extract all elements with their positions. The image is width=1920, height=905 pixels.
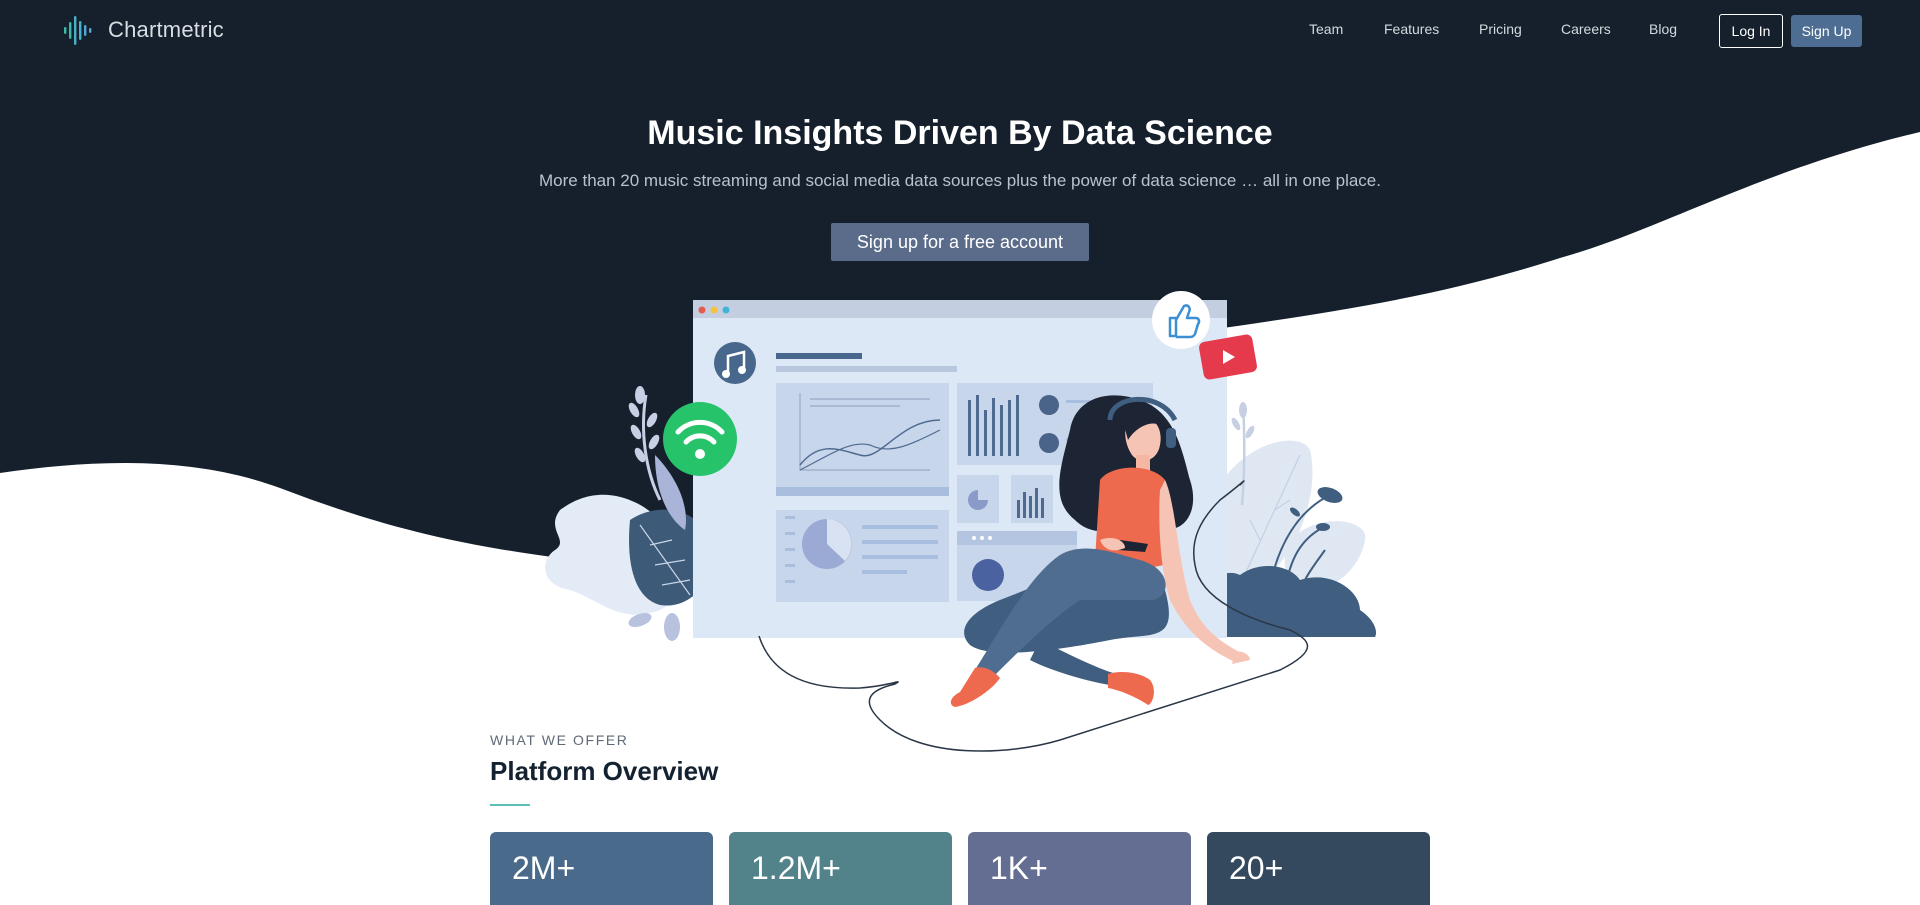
wifi-icon bbox=[663, 402, 737, 476]
stat-value: 20+ bbox=[1229, 850, 1284, 886]
stat-card-1: 2M+ bbox=[490, 832, 713, 905]
hero-subtitle: More than 20 music streaming and social … bbox=[539, 171, 1381, 190]
top-navbar: Chartmetric Team Features Pricing Career… bbox=[0, 0, 1920, 60]
chartmetric-logo-icon bbox=[64, 16, 92, 45]
section-eyebrow: WHAT WE OFFER bbox=[490, 732, 629, 748]
nav-link-careers[interactable]: Careers bbox=[1561, 21, 1611, 37]
login-button[interactable]: Log In bbox=[1719, 14, 1783, 48]
nav-link-pricing[interactable]: Pricing bbox=[1479, 21, 1522, 37]
signup-free-account-button[interactable]: Sign up for a free account bbox=[831, 223, 1089, 261]
stat-card-4: 20+ bbox=[1207, 832, 1430, 905]
music-note-icon bbox=[714, 342, 756, 384]
section-underline bbox=[490, 804, 530, 806]
stat-card-2: 1.2M+ bbox=[729, 832, 952, 905]
nav-link-blog[interactable]: Blog bbox=[1649, 21, 1677, 37]
stat-value: 2M+ bbox=[512, 850, 576, 886]
brand-name: Chartmetric bbox=[108, 17, 224, 42]
stat-value: 1.2M+ bbox=[751, 850, 841, 886]
thumbs-up-icon bbox=[1152, 291, 1210, 349]
nav-link-features[interactable]: Features bbox=[1384, 21, 1439, 37]
signup-button[interactable]: Sign Up bbox=[1791, 15, 1862, 47]
section-title: Platform Overview bbox=[490, 756, 719, 786]
hero-title: Music Insights Driven By Data Science bbox=[647, 114, 1273, 152]
nav-link-team[interactable]: Team bbox=[1309, 21, 1343, 37]
stat-card-3: 1K+ bbox=[968, 832, 1191, 905]
brand-logo[interactable]: Chartmetric bbox=[62, 12, 224, 48]
stat-value: 1K+ bbox=[990, 850, 1048, 886]
